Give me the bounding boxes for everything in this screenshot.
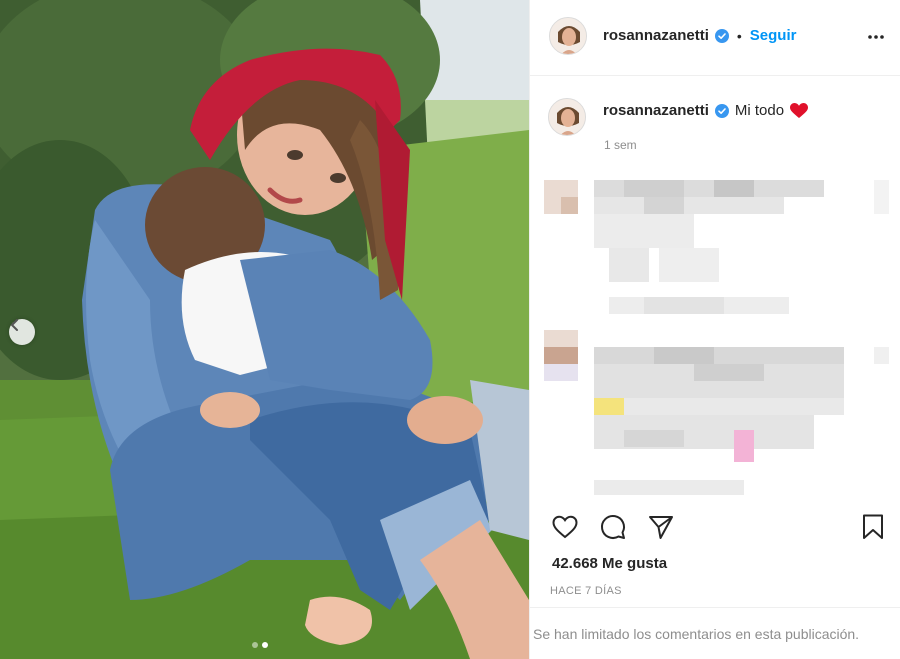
header-user: rosannazanetti • Seguir bbox=[603, 27, 796, 44]
verified-badge-icon bbox=[714, 28, 729, 43]
verified-badge-icon bbox=[714, 103, 729, 118]
post-photo[interactable] bbox=[0, 0, 529, 659]
share-button[interactable] bbox=[647, 513, 675, 546]
carousel-indicator bbox=[252, 642, 268, 648]
red-heart-emoji-icon bbox=[790, 102, 809, 118]
comment-button[interactable] bbox=[599, 513, 627, 546]
caption-text: Mi todo bbox=[734, 102, 785, 119]
caption-avatar[interactable] bbox=[548, 98, 586, 136]
comments-limited-notice: Se han limitado los comentarios en esta … bbox=[530, 607, 900, 659]
caption-time: 1 sem bbox=[604, 138, 637, 152]
profile-picture bbox=[550, 18, 586, 54]
more-options-icon bbox=[868, 35, 884, 39]
share-icon bbox=[649, 516, 673, 539]
caption-username-link[interactable]: rosannazanetti bbox=[603, 102, 709, 119]
post-caption: rosannazanetti Mi todo bbox=[603, 102, 809, 119]
separator-dot: • bbox=[736, 27, 742, 44]
profile-picture bbox=[549, 99, 585, 135]
more-options-button[interactable] bbox=[867, 28, 885, 51]
likes-count[interactable]: 42.668 Me gusta bbox=[552, 555, 667, 572]
pixelated-comment bbox=[544, 180, 889, 315]
like-button[interactable] bbox=[551, 513, 579, 546]
post-timestamp[interactable]: HACE 7 DÍAS bbox=[550, 585, 622, 597]
post-side-panel: rosannazanetti • Seguir rosannazanetti M… bbox=[529, 0, 900, 659]
save-button[interactable] bbox=[859, 513, 887, 546]
carousel-dot-active bbox=[262, 642, 268, 648]
pixelated-comment bbox=[544, 330, 889, 495]
bookmark-icon bbox=[863, 514, 883, 539]
chevron-left-icon bbox=[11, 319, 18, 331]
post-actions bbox=[530, 505, 900, 549]
username-link[interactable]: rosannazanetti bbox=[603, 27, 709, 44]
photo-illustration bbox=[0, 0, 529, 659]
follow-button[interactable]: Seguir bbox=[750, 27, 797, 44]
comment-icon bbox=[601, 515, 625, 539]
carousel-prev-button[interactable] bbox=[9, 319, 35, 345]
post-header: rosannazanetti • Seguir bbox=[530, 0, 900, 76]
carousel-dot bbox=[252, 642, 258, 648]
avatar[interactable] bbox=[549, 17, 587, 55]
heart-icon bbox=[552, 515, 578, 539]
